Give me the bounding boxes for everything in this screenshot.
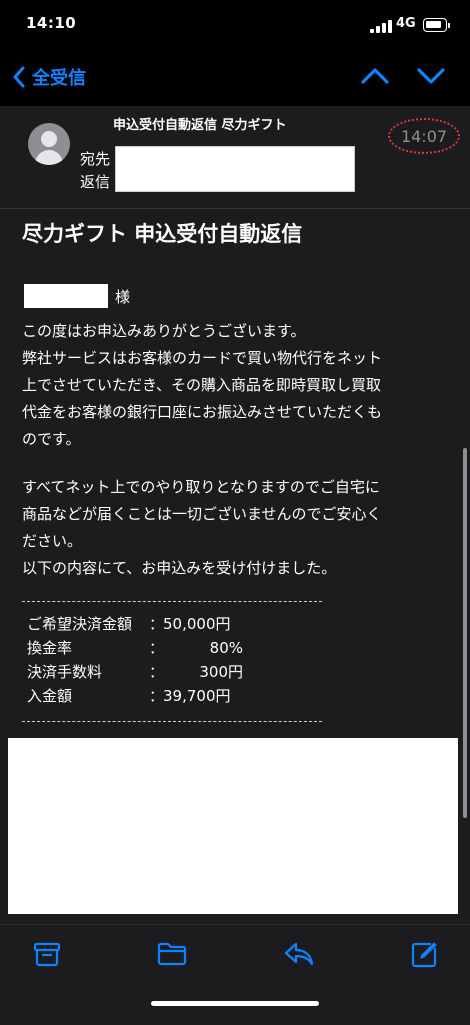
back-button[interactable]: 全受信 xyxy=(12,64,86,90)
status-bar: 14:10 4G xyxy=(0,0,470,48)
previous-message-chevron-up-icon[interactable] xyxy=(360,66,390,86)
notice-paragraph: すべてネット上でのやり取りとなりますのでご自宅に 商品などが届くことは一切ござい… xyxy=(22,474,447,582)
reply-icon[interactable] xyxy=(284,941,314,967)
recipient-redacted-box xyxy=(115,146,355,192)
intro-line: 弊社サービスはお客様のカードで買い物代行をネット xyxy=(22,349,383,367)
reply-to-label: 返信 xyxy=(80,173,111,191)
bottom-toolbar xyxy=(0,924,470,1025)
network-type: 4G xyxy=(396,16,416,31)
header-divider xyxy=(0,208,470,209)
battery-icon xyxy=(423,18,450,32)
status-time: 14:10 xyxy=(26,14,77,32)
detail-row-fee: 決済手数料： 300円 xyxy=(27,663,243,681)
notice-line: ださい。 xyxy=(22,532,83,550)
home-indicator[interactable] xyxy=(151,1001,319,1006)
compose-icon[interactable] xyxy=(410,941,438,969)
folder-icon[interactable] xyxy=(157,941,187,967)
intro-line: この度はお申込みありがとうございます。 xyxy=(22,322,306,340)
to-label: 宛先 xyxy=(80,150,111,168)
archive-icon[interactable] xyxy=(33,941,61,967)
dashed-separator xyxy=(22,721,322,722)
navigation-bar: 全受信 xyxy=(0,48,470,106)
salutation-honorific: 様 xyxy=(115,288,131,306)
intro-paragraph: この度はお申込みありがとうございます。 弊社サービスはお客様のカードで買い物代行… xyxy=(22,318,447,453)
detail-row-deposit: 入金額 ：39,700円 xyxy=(27,687,231,705)
back-label: 全受信 xyxy=(32,68,86,89)
notice-line: 以下の内容にて、お申込みを受け付けました。 xyxy=(22,559,337,577)
redacted-content-box xyxy=(8,738,458,914)
intro-line: 代金をお客様の銀行口座にお振込みさせていただくも xyxy=(22,403,383,421)
header-subject: 申込受付自動返信 尽力ギフト xyxy=(113,118,287,133)
intro-line: 上でさせていただき、その購入商品を即時買取し買取 xyxy=(22,376,381,394)
email-title: 尽力ギフト 申込受付自動返信 xyxy=(22,222,303,246)
detail-row-rate: 換金率： 80% xyxy=(27,639,243,657)
header-time: 14:07 xyxy=(388,118,460,154)
notice-line: すべてネット上でのやり取りとなりますのでご自宅に xyxy=(22,478,380,496)
name-redacted-box xyxy=(24,284,108,308)
dashed-separator xyxy=(22,601,322,602)
detail-row-amount: ご希望決済金額 ：50,000円 xyxy=(27,615,231,633)
scrollbar[interactable] xyxy=(463,448,467,818)
chevron-left-icon xyxy=(13,66,25,88)
cellular-signal-icon xyxy=(370,20,392,33)
next-message-chevron-down-icon[interactable] xyxy=(416,66,446,86)
sender-avatar[interactable] xyxy=(28,123,70,165)
intro-line: のです。 xyxy=(22,430,81,448)
mail-body: 尽力ギフト 申込受付自動返信 様 この度はお申込みありがとうございます。 弊社サ… xyxy=(0,208,470,924)
notice-line: 商品などが届くことは一切ございませんのでご安心く xyxy=(22,505,382,523)
